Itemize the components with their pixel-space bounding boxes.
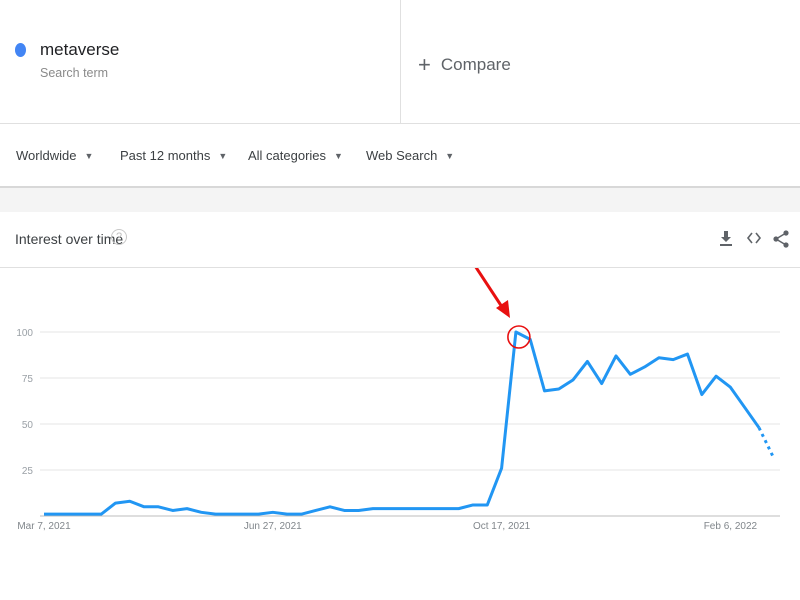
y-tick-label: 25 [22,466,34,477]
filter-search-type[interactable]: Web Search ▼ [366,148,454,163]
download-icon[interactable] [719,230,733,250]
dropdown-caret-icon: ▼ [445,151,455,161]
x-tick-label: Oct 17, 2021 [473,521,531,532]
dropdown-caret-icon: ▼ [84,151,94,161]
card-header: Interest over time ? [0,212,800,268]
y-tick-label: 75 [22,374,34,385]
plus-icon: + [418,52,431,77]
help-icon[interactable]: ? [111,229,127,245]
red-arrow-shaft [474,268,506,311]
section-separator [0,188,800,212]
filter-label: All categories [248,148,327,163]
embed-icon[interactable] [746,230,762,250]
partial-data-segment [757,427,775,458]
filter-region[interactable]: Worldwide ▼ [16,148,93,163]
x-tick-label: Jun 27, 2021 [244,521,302,532]
compare-button[interactable]: + Compare [418,52,511,78]
card-title: Interest over time [15,231,124,247]
y-tick-label: 100 [16,328,33,339]
filter-bar: Worldwide ▼ Past 12 months ▼ All categorie… [0,124,800,188]
filter-label: Web Search [366,148,438,163]
filter-time-range[interactable]: Past 12 months ▼ [120,148,227,163]
share-icon[interactable] [773,230,789,252]
search-term-card: metaverse Search term + Compare [0,0,800,124]
x-tick-label: Mar 7, 2021 [17,521,71,532]
filter-label: Past 12 months [120,148,211,163]
compare-label: Compare [440,55,511,74]
filter-label: Worldwide [16,148,77,163]
interest-over-time-chart: 25 50 75 100 Mar 7, 2021 Jun 27, 2021 Oct 17,… [16,268,780,532]
term-subtitle: Search term [40,66,109,80]
y-tick-label: 50 [22,420,34,431]
term-name[interactable]: metaverse [40,40,119,60]
dropdown-caret-icon: ▼ [334,151,343,161]
x-tick-label: Feb 6, 2022 [704,521,758,532]
filter-category[interactable]: All categories ▼ [248,148,343,163]
search-term[interactable]: metaverse Search term [0,0,401,123]
series-line [44,330,761,516]
dropdown-caret-icon: ▼ [218,151,228,161]
term-color-dot [15,43,26,57]
